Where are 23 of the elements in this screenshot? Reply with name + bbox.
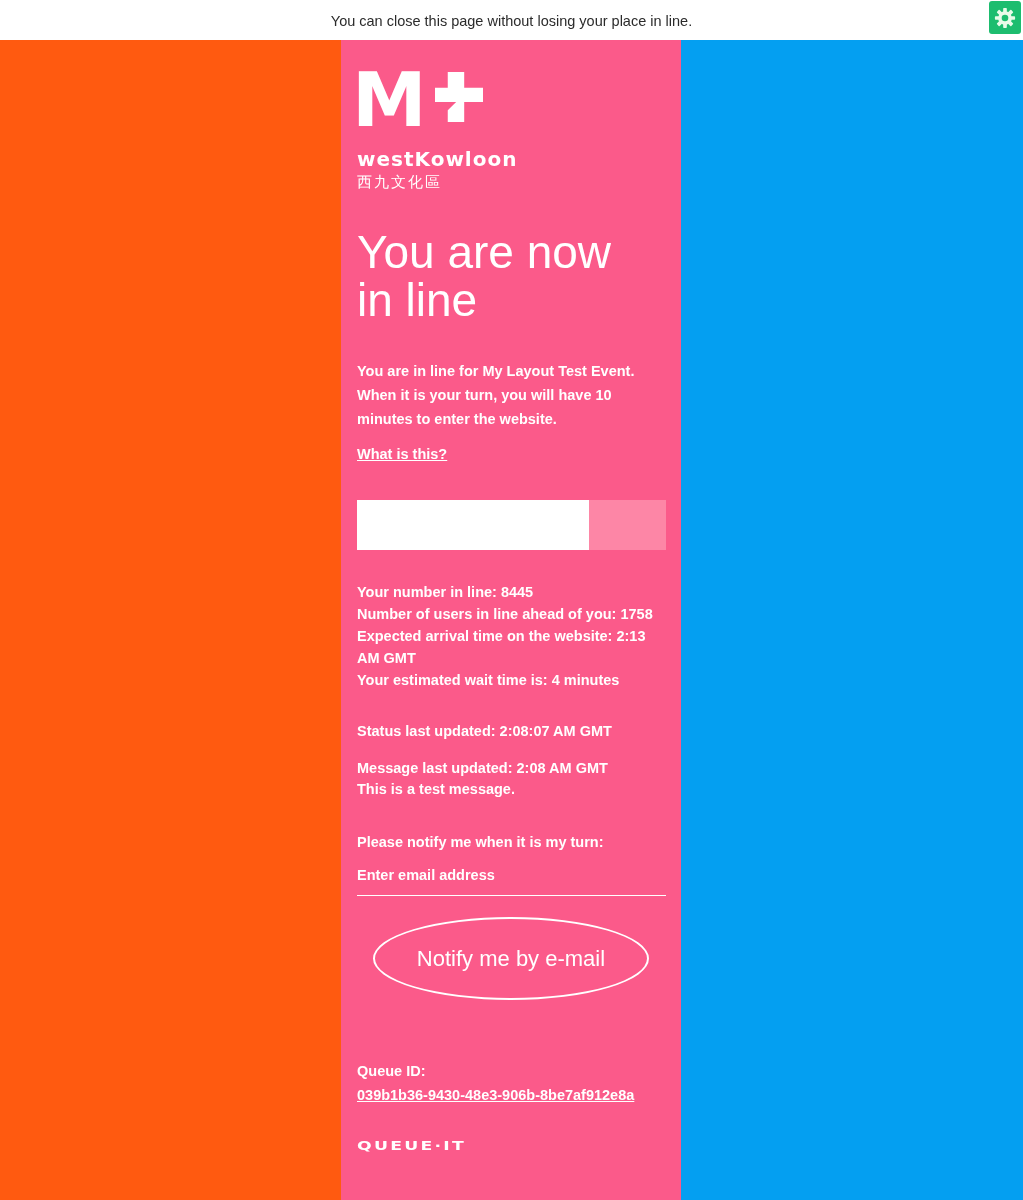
email-field[interactable]: Enter email address xyxy=(357,862,666,896)
queue-id-link[interactable]: 039b1b36-9430-48e3-906b-8be7af912e8a xyxy=(357,1083,635,1107)
stat-line: Your number in line: 8445 xyxy=(357,583,535,602)
stat-line: Expected arrival time on the website: 2:13 AM GMT xyxy=(357,627,647,668)
logo-chinese-name: 西九文化區 xyxy=(357,174,442,191)
notice-text: You can close this page without losing your place in line. xyxy=(330,11,693,30)
plus-icon xyxy=(434,72,483,122)
notify-label: Please notify me when it is my turn: xyxy=(357,833,604,852)
page-heading: You are now in line xyxy=(357,228,613,324)
footer-logo: QUEUE·IT xyxy=(357,1140,466,1152)
settings-button[interactable] xyxy=(989,1,1021,34)
message-updated-text: Message last updated: 2:08 AM GMT xyxy=(357,759,608,778)
intro-text: You are in line for My Layout Test Event. When it is your turn, you will have 10 minutes to enter the website. xyxy=(357,362,636,429)
message-text: This is a test message. xyxy=(357,780,515,799)
logo-wordmark: westKowloon xyxy=(357,149,518,169)
status-updated-text: Status last updated: 2:08:07 AM GMT xyxy=(357,722,612,741)
settings-icon xyxy=(994,6,1016,29)
stat-line: Number of users in line ahead of you: 1758 xyxy=(357,605,654,624)
help-link[interactable]: What is this? xyxy=(357,442,448,466)
stat-line: Your estimated wait time is: 4 minutes xyxy=(357,671,621,690)
logo-letter: M xyxy=(352,63,427,138)
notify-button[interactable]: Notify me by e-mail xyxy=(373,917,649,1000)
queue-id-label: Queue ID: xyxy=(357,1062,426,1081)
